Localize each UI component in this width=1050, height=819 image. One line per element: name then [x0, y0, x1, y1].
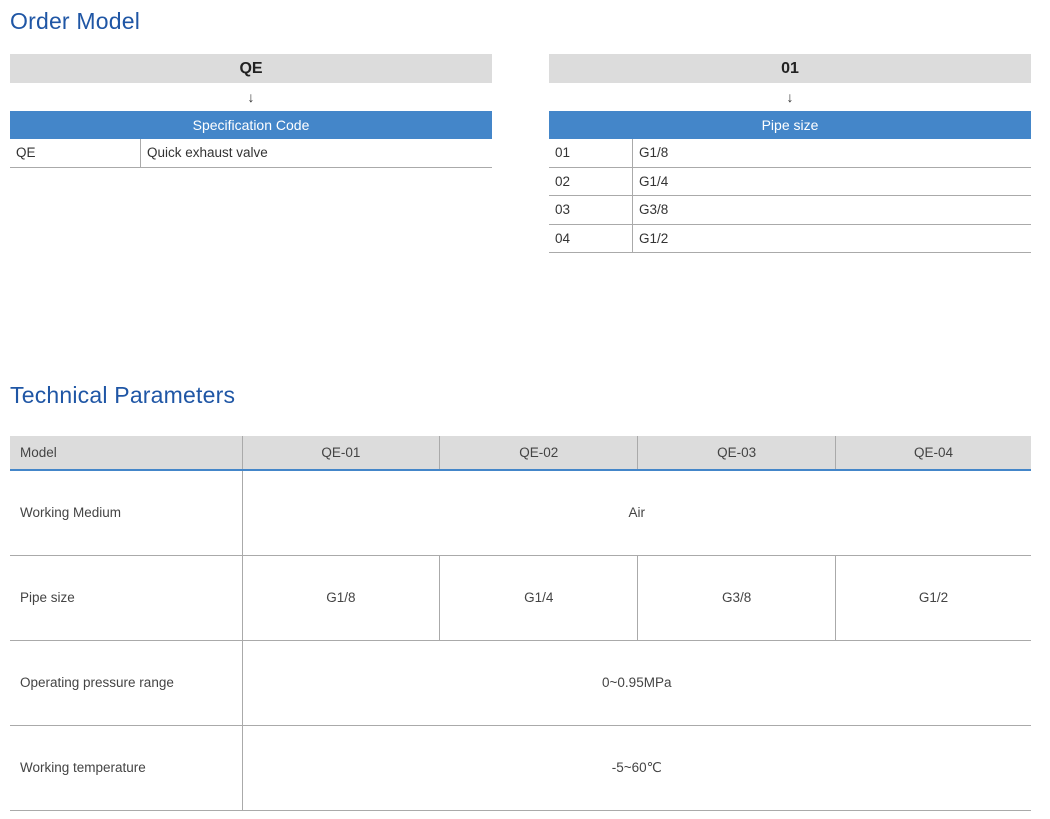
row-label-pressure: Operating pressure range	[10, 640, 242, 726]
option-description: G1/2	[639, 230, 669, 246]
pipe-size-value: G1/8	[241, 555, 440, 641]
option-description: G3/8	[639, 202, 669, 217]
pressure-value: 0~0.95MPa	[241, 640, 1031, 726]
header-qe-01: QE-01	[241, 436, 440, 471]
option-code: 02	[549, 167, 633, 195]
pipe-option-row: 01 G1/8	[549, 139, 1031, 168]
technical-parameters-title: Technical Parameters	[10, 382, 236, 408]
option-code: 03	[549, 196, 633, 224]
order-model-title: Order Model	[10, 8, 141, 34]
table-row: Working temperature -5~60℃	[10, 725, 1031, 811]
pipe-option-row: 03 G3/8	[549, 196, 1031, 225]
row-label-working-medium: Working Medium	[10, 470, 242, 556]
pipe-code-value: 01	[549, 54, 1031, 83]
pipe-size-block: 01 ↓ Pipe size 01 G1/8 02 G1/4 03 G3/8 0…	[549, 54, 1031, 253]
table-row: Working Medium Air	[10, 470, 1031, 556]
pipe-size-value: G3/8	[637, 555, 836, 641]
header-qe-02: QE-02	[439, 436, 638, 471]
option-description: G1/8	[639, 145, 669, 160]
header-model: Model	[10, 436, 242, 471]
spec-code-value: QE	[10, 54, 492, 83]
down-arrow-icon: ↓	[786, 89, 794, 105]
technical-parameters-table: Model QE-01 QE-02 QE-03 QE-04 Working Me…	[10, 436, 1031, 811]
option-description: G1/4	[639, 173, 669, 189]
pipe-size-value: G1/4	[439, 555, 638, 641]
header-qe-03: QE-03	[637, 436, 836, 471]
row-label-temperature: Working temperature	[10, 725, 242, 811]
table-row: Pipe size G1/8 G1/4 G3/8 G1/2	[10, 555, 1031, 641]
option-code: 01	[549, 139, 633, 167]
spec-code-header: Specification Code	[10, 111, 492, 139]
option-code: 04	[549, 224, 633, 252]
temperature-value: -5~60℃	[241, 725, 1031, 811]
pipe-option-row: 02 G1/4	[549, 167, 1031, 196]
spec-option-row: QE Quick exhaust valve	[10, 139, 492, 168]
table-row: Operating pressure range 0~0.95MPa	[10, 640, 1031, 726]
pipe-size-header: Pipe size	[549, 111, 1031, 139]
option-description: Quick exhaust valve	[147, 145, 268, 160]
pipe-option-row: 04 G1/2	[549, 224, 1031, 253]
option-code: QE	[10, 139, 141, 167]
spec-code-block: QE ↓ Specification Code QE Quick exhaust…	[10, 54, 492, 168]
row-label-pipe-size: Pipe size	[10, 555, 242, 641]
working-medium-value: Air	[241, 470, 1031, 556]
down-arrow-icon: ↓	[247, 89, 255, 105]
header-qe-04: QE-04	[835, 436, 1031, 471]
pipe-size-value: G1/2	[835, 555, 1031, 641]
table-header-row: Model QE-01 QE-02 QE-03 QE-04	[10, 436, 1031, 471]
